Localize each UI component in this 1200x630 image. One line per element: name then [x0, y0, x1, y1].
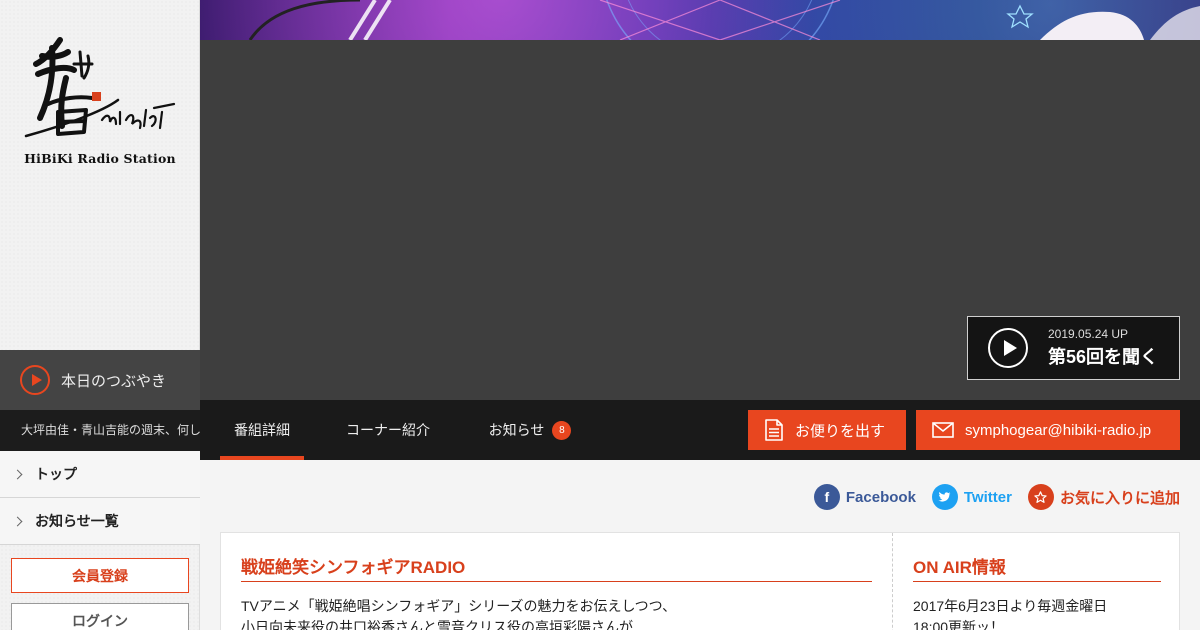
program-tabbar: 番組詳細 コーナー紹介 お知らせ 8 お便りを出す symphogear@hib…	[200, 400, 1200, 460]
program-text-line: TVアニメ「戦姫絶唱シンフォギア」シリーズの魅力をお伝えしつつ、	[241, 598, 677, 614]
program-info-card: 戦姫絶笑シンフォギアRADIO TVアニメ「戦姫絶唱シンフォギア」シリーズの魅力…	[220, 532, 1180, 630]
twitter-label: Twitter	[963, 488, 1012, 506]
program-title: 戦姫絶笑シンフォギアRADIO	[241, 553, 872, 582]
episode-date: 2019.05.24 UP	[1048, 327, 1129, 341]
register-button[interactable]: 会員登録	[11, 558, 189, 593]
hero-banner-image	[200, 0, 1200, 40]
sidebar-item-label: お知らせ一覧	[35, 513, 119, 529]
facebook-label: Facebook	[845, 488, 916, 506]
episode-label: 第56回を聞く	[1048, 347, 1159, 367]
letter-icon	[765, 419, 783, 441]
twitter-share-link[interactable]: Twitter	[931, 484, 1012, 510]
program-content: f Facebook Twitter お気に入りに追加 戦姫絶笑シンフォギアRA…	[200, 460, 1200, 630]
tab-label: コーナー紹介	[346, 422, 430, 438]
hibiki-logo-mark	[24, 37, 176, 138]
program-text-line: 小日向未来役の井口裕香さんと雪音クリス役の高垣彩陽さんが	[241, 619, 633, 630]
sidebar-item-news[interactable]: お知らせ一覧	[0, 498, 200, 545]
onair-title: ON AIR情報	[913, 553, 1161, 582]
site-logo[interactable]: HiBiKi Radio Station	[0, 0, 200, 350]
listen-text: 2019.05.24 UP 第56回を聞く	[1048, 327, 1158, 369]
onair-text: 2017年6月23日より毎週金曜日 18:00更新ッ！	[913, 596, 1161, 630]
logo-caption: HiBiKi Radio Station	[24, 151, 176, 166]
facebook-share-link[interactable]: f Facebook	[813, 484, 916, 510]
tab-corners[interactable]: コーナー紹介	[332, 400, 444, 460]
star-icon	[1027, 484, 1054, 510]
chevron-right-icon	[12, 469, 23, 479]
email-button[interactable]: symphogear@hibiki-radio.jp	[916, 410, 1180, 450]
twitter-icon	[931, 484, 958, 510]
play-icon	[988, 328, 1028, 368]
tweet-title: 本日のつぶやき	[61, 372, 167, 390]
tab-news[interactable]: お知らせ 8	[480, 400, 580, 460]
magic-circle-decoration	[248, 0, 1200, 40]
onair-text-line: 18:00更新ッ！	[913, 619, 1005, 630]
share-row: f Facebook Twitter お気に入りに追加	[798, 484, 1180, 510]
send-letter-button[interactable]: お便りを出す	[748, 410, 906, 450]
listen-episode-button[interactable]: 2019.05.24 UP 第56回を聞く	[967, 316, 1180, 380]
news-count-badge: 8	[552, 420, 572, 440]
tweet-ticker[interactable]: 大坪由佳・青山吉能の週末、何して	[0, 410, 200, 451]
program-description: 戦姫絶笑シンフォギアRADIO TVアニメ「戦姫絶唱シンフォギア」シリーズの魅力…	[221, 533, 893, 630]
tab-label: お知らせ	[488, 422, 545, 438]
tab-program-detail[interactable]: 番組詳細	[220, 400, 304, 460]
facebook-icon: f	[813, 484, 840, 510]
sidebar: HiBiKi Radio Station 本日のつぶやき 大坪由佳・青山吉能の週…	[0, 0, 200, 630]
program-text: TVアニメ「戦姫絶唱シンフォギア」シリーズの魅力をお伝えしつつ、 小日向未来役の…	[241, 596, 872, 630]
mail-icon	[932, 422, 954, 438]
sidebar-item-top[interactable]: トップ	[0, 451, 200, 498]
onair-text-line: 2017年6月23日より毎週金曜日	[913, 598, 1108, 614]
sidebar-item-label: トップ	[35, 466, 77, 482]
play-icon	[20, 365, 50, 395]
tweet-header[interactable]: 本日のつぶやき	[0, 350, 200, 410]
chevron-right-icon	[12, 516, 23, 526]
favorite-label: お気に入りに追加	[1059, 489, 1180, 507]
login-button[interactable]: ログイン	[11, 603, 189, 630]
email-address: symphogear@hibiki-radio.jp	[965, 421, 1152, 439]
send-letter-label: お便りを出す	[795, 422, 886, 440]
tab-label: 番組詳細	[234, 422, 290, 438]
onair-info: ON AIR情報 2017年6月23日より毎週金曜日 18:00更新ッ！	[893, 533, 1181, 630]
add-favorite-link[interactable]: お気に入りに追加	[1027, 484, 1180, 510]
